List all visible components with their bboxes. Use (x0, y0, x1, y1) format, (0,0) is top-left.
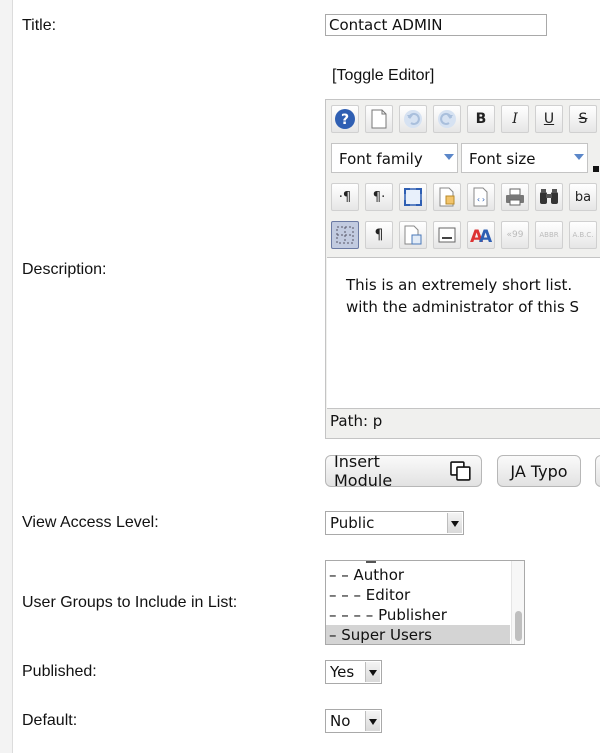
fullscreen-icon[interactable] (399, 183, 427, 211)
styles-icon[interactable]: AA (467, 221, 495, 249)
chevron-down-icon (444, 154, 454, 160)
show-blocks-button[interactable]: ¶ (365, 221, 393, 249)
insert-module-label: Insert Module (334, 452, 393, 490)
rich-text-editor: ? B I U S Font family Font size ·¶ ¶· ‹›… (325, 99, 600, 439)
ja-typo-label: JA Typo (510, 461, 568, 481)
content-line-1: This is an extremely short list. (346, 276, 573, 294)
svg-text:A: A (479, 227, 493, 245)
default-select[interactable]: No (325, 709, 382, 733)
quote-button[interactable]: «99 (501, 221, 529, 249)
scrollbar-thumb[interactable] (515, 611, 522, 641)
chevron-down-icon (447, 513, 462, 533)
insert-break-icon[interactable] (433, 221, 461, 249)
editor-extra-button[interactable] (595, 455, 600, 487)
italic-button[interactable]: I (501, 105, 529, 133)
list-item-partial (366, 561, 376, 563)
published-label: Published: (22, 663, 97, 680)
rtl-button[interactable]: ¶· (365, 183, 393, 211)
svg-text:‹›: ‹› (476, 195, 486, 204)
font-size-value: Font size (469, 150, 536, 168)
print-icon[interactable] (501, 183, 529, 211)
search-icon[interactable] (535, 183, 563, 211)
chevron-down-icon (365, 711, 380, 731)
default-value: No (330, 712, 351, 730)
underline-button[interactable]: U (535, 105, 563, 133)
toggle-editor-link[interactable]: [Toggle Editor] (332, 67, 434, 85)
strikethrough-button[interactable]: S (569, 105, 597, 133)
ja-typo-button[interactable]: JA Typo (497, 455, 581, 487)
path-label: Path: (330, 412, 369, 430)
abbr-button[interactable]: ABBR (535, 221, 563, 249)
help-icon[interactable]: ? (331, 105, 359, 133)
undo-icon[interactable] (399, 105, 427, 133)
published-value: Yes (330, 663, 355, 681)
access-level-value: Public (330, 514, 375, 532)
chevron-down-icon (365, 662, 380, 682)
editor-path: Path: p (330, 412, 382, 430)
insert-module-button[interactable]: Insert Module (325, 452, 482, 490)
user-groups-listbox[interactable]: – – Author – – – Editor – – – – Publishe… (325, 560, 525, 645)
replace-button[interactable]: ba (569, 183, 597, 211)
default-label: Default: (22, 712, 78, 729)
title-input[interactable] (325, 14, 547, 36)
chevron-down-icon (574, 154, 584, 160)
description-label: Description: (22, 261, 107, 278)
font-size-select[interactable]: Font size (461, 143, 588, 173)
list-item[interactable]: – Super Users (326, 625, 510, 644)
visual-aid-icon[interactable] (331, 221, 359, 249)
font-family-value: Font family (339, 150, 423, 168)
module-icon (450, 461, 471, 481)
redo-icon[interactable] (433, 105, 461, 133)
user-groups-label: User Groups to Include in List: (22, 594, 238, 611)
list-item[interactable]: – – Author (326, 565, 510, 585)
path-value: p (372, 412, 383, 430)
left-border (0, 0, 13, 753)
new-document-icon[interactable] (365, 105, 393, 133)
listbox-scrollbar[interactable] (511, 561, 524, 644)
template-icon[interactable] (433, 183, 461, 211)
access-level-label: View Access Level: (22, 514, 159, 531)
title-label: Title: (22, 17, 57, 34)
acronym-button[interactable]: A.B.C. (569, 221, 597, 249)
list-item[interactable]: – – – Editor (326, 585, 510, 605)
ltr-button[interactable]: ·¶ (331, 183, 359, 211)
published-select[interactable]: Yes (325, 660, 382, 684)
content-line-2: with the administrator of this S (346, 298, 580, 316)
code-icon[interactable]: ‹› (467, 183, 495, 211)
list-item[interactable]: – – – – Publisher (326, 605, 510, 625)
font-family-select[interactable]: Font family (331, 143, 458, 173)
access-level-select[interactable]: Public (325, 511, 464, 535)
svg-text:?: ? (341, 112, 349, 128)
text-color-icon[interactable] (593, 166, 599, 172)
paste-icon[interactable] (399, 221, 427, 249)
bold-button[interactable]: B (467, 105, 495, 133)
editor-content[interactable]: This is an extremely short list. with th… (327, 257, 600, 409)
